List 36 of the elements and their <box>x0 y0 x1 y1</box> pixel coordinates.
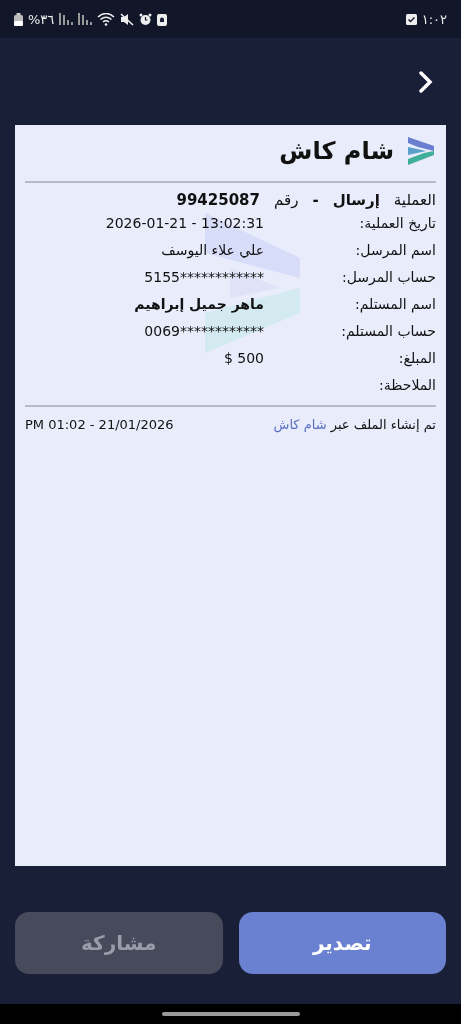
field-label: اسم المرسل: <box>354 241 436 260</box>
separator: - <box>312 191 319 209</box>
field-value: 0069************ <box>143 322 264 341</box>
field-label: المبلغ: <box>397 349 436 368</box>
checkbox-icon <box>405 13 417 25</box>
mute-icon <box>120 12 135 26</box>
field-label: حساب المستلم: <box>340 322 436 341</box>
logo-icon <box>406 135 436 167</box>
field-value: علي علاء اليوسف <box>160 241 264 260</box>
field-value: ماهر جميل إبراهيم <box>133 295 264 314</box>
field-value: 2026-01-21 - 13:02:31 <box>104 214 264 233</box>
battery-percent: %٣٦ <box>28 11 55 27</box>
app-link[interactable]: شام كاش <box>273 417 327 432</box>
operation-label: العملية <box>393 191 436 209</box>
lock-icon <box>157 12 168 26</box>
clock: ١:٠٢ <box>421 11 447 27</box>
wifi-icon <box>97 12 116 26</box>
operation-type: إرسال <box>332 191 380 209</box>
field-label: تاريخ العملية: <box>358 214 436 233</box>
timestamp: PM 01:02 - 21/01/2026 <box>25 417 174 432</box>
number-label: رقم <box>274 191 299 209</box>
battery-icon <box>14 12 23 26</box>
field-value: $ 500 <box>222 349 264 368</box>
created-via-text: تم إنشاء الملف عبر <box>330 417 436 432</box>
field-label: اسم المستلم: <box>353 295 436 314</box>
field-value: 5155************ <box>143 268 264 287</box>
signal-icon <box>78 13 93 25</box>
field-label: الملاحظة: <box>378 376 436 395</box>
export-button[interactable]: تصدير <box>238 912 446 974</box>
share-button[interactable]: مشاركة <box>15 912 223 974</box>
app-title: شام كاش <box>279 137 394 165</box>
signal-icon <box>59 13 74 25</box>
field-label: حساب المرسل: <box>340 268 436 287</box>
chevron-right-icon[interactable] <box>419 70 433 93</box>
operation-number: 99425087 <box>176 191 260 209</box>
alarm-icon <box>139 12 153 26</box>
